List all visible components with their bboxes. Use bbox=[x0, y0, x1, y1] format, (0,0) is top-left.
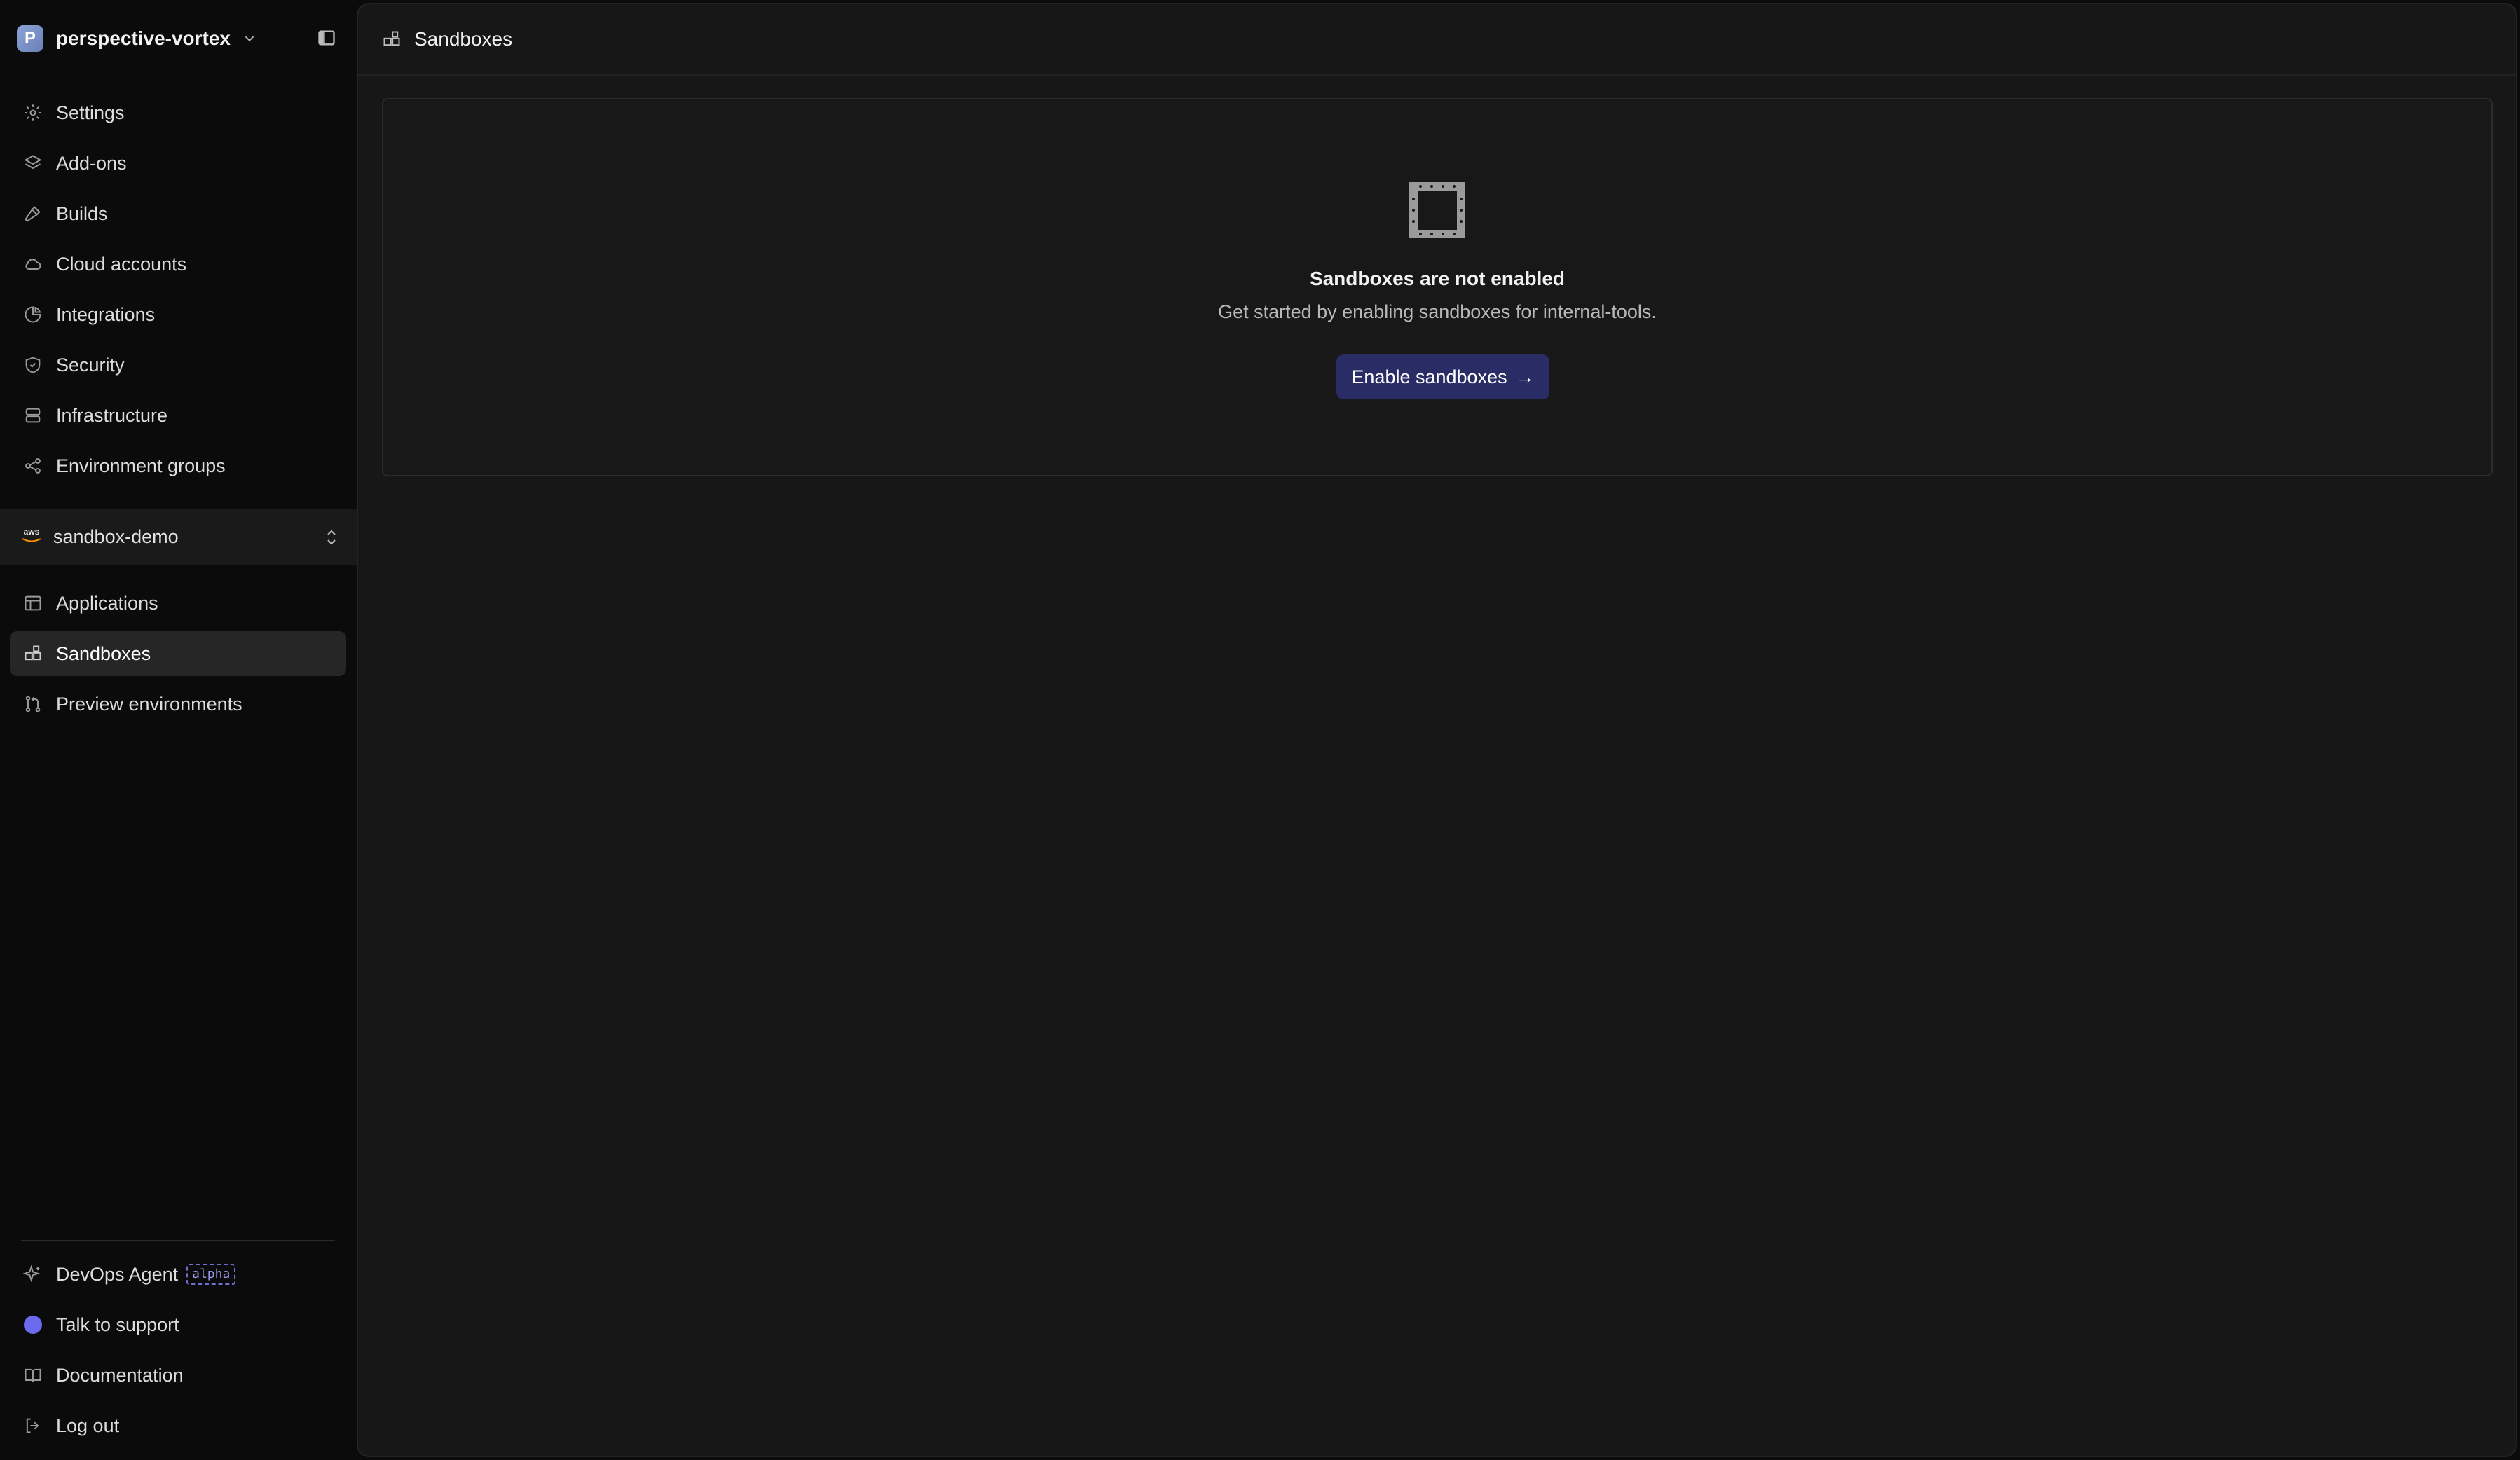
empty-state-title: Sandboxes are not enabled bbox=[1309, 268, 1566, 289]
layers-icon bbox=[22, 153, 43, 174]
workspace-avatar: P bbox=[17, 25, 43, 52]
sparkle-icon bbox=[22, 1264, 43, 1285]
sidebar-item-applications[interactable]: Applications bbox=[10, 581, 346, 626]
pie-icon bbox=[22, 304, 43, 325]
gear-icon bbox=[22, 102, 43, 123]
arrow-right-icon: → bbox=[1515, 366, 1535, 387]
aws-logo-icon: aws bbox=[21, 528, 42, 546]
enable-sandboxes-label: Enable sandboxes bbox=[1351, 366, 1507, 387]
main-panel: Sandboxes Sandboxes are not enabled Get … bbox=[357, 3, 2517, 1457]
sidebar-item-builds[interactable]: Builds bbox=[10, 191, 346, 236]
sidebar-item-security[interactable]: Security bbox=[10, 343, 346, 387]
sidebar-item-label: Security bbox=[56, 354, 125, 376]
sidebar-item-label: Settings bbox=[56, 102, 125, 123]
workspace-switcher[interactable]: P perspective-vortex bbox=[17, 22, 339, 55]
hammer-icon bbox=[22, 203, 43, 224]
sidebar-item-preview-environments[interactable]: Preview environments bbox=[10, 682, 346, 726]
empty-state-card: Sandboxes are not enabled Get started by… bbox=[382, 98, 2493, 476]
environment-switcher[interactable]: aws sandbox-demo bbox=[0, 509, 357, 565]
chevron-down-icon bbox=[245, 36, 254, 42]
aws-smile-icon bbox=[22, 538, 41, 542]
sandbox-icon bbox=[383, 31, 400, 46]
sidebar-item-label: Environment groups bbox=[56, 455, 226, 476]
cloud-icon bbox=[22, 254, 43, 275]
sidebar-item-label: Cloud accounts bbox=[56, 253, 187, 275]
sidebar-item-label: Infrastructure bbox=[56, 404, 168, 426]
sidebar-toggle-icon[interactable] bbox=[317, 28, 336, 48]
chevron-up-down-icon bbox=[327, 530, 336, 545]
environment-name: sandbox-demo bbox=[53, 525, 179, 547]
sidebar: P perspective-vortex Settings Add-ons Bu… bbox=[0, 0, 357, 1460]
enable-sandboxes-button[interactable]: Enable sandboxes → bbox=[1336, 354, 1549, 399]
sidebar-item-documentation[interactable]: Documentation bbox=[10, 1353, 346, 1398]
sidebar-item-sandboxes[interactable]: Sandboxes bbox=[10, 631, 346, 676]
sidebar-item-environment-groups[interactable]: Environment groups bbox=[10, 443, 346, 488]
sidebar-item-cloud-accounts[interactable]: Cloud accounts bbox=[10, 242, 346, 287]
sidebar-item-label: Documentation bbox=[56, 1364, 184, 1386]
sidebar-item-settings[interactable]: Settings bbox=[10, 90, 346, 135]
sidebar-item-label: Sandboxes bbox=[56, 642, 151, 664]
sidebar-item-devops-agent[interactable]: DevOps Agent alpha bbox=[10, 1252, 346, 1297]
shield-icon bbox=[22, 354, 43, 376]
server-icon bbox=[22, 405, 43, 426]
sidebar-item-integrations[interactable]: Integrations bbox=[10, 292, 346, 337]
sidebar-divider bbox=[21, 1240, 335, 1241]
book-icon bbox=[22, 1365, 43, 1386]
sandbox-icon bbox=[22, 643, 43, 664]
aws-logo-text: aws bbox=[23, 527, 40, 537]
logout-icon bbox=[22, 1415, 43, 1436]
sidebar-item-infrastructure[interactable]: Infrastructure bbox=[10, 393, 346, 438]
support-icon bbox=[22, 1314, 43, 1335]
empty-state-description: Get started by enabling sandboxes for in… bbox=[1218, 301, 1657, 322]
page-title: Sandboxes bbox=[414, 28, 513, 50]
git-pull-icon bbox=[22, 694, 43, 715]
sidebar-item-talk-to-support[interactable]: Talk to support bbox=[10, 1302, 346, 1347]
sidebar-item-label: Applications bbox=[56, 592, 158, 614]
page-header: Sandboxes bbox=[358, 4, 2516, 76]
sidebar-item-label: Talk to support bbox=[56, 1314, 179, 1335]
sidebar-item-label: Builds bbox=[56, 202, 108, 224]
sidebar-item-label: Log out bbox=[56, 1414, 120, 1436]
sidebar-item-label: Preview environments bbox=[56, 693, 242, 715]
app-root: P perspective-vortex Settings Add-ons Bu… bbox=[0, 0, 2520, 1460]
share-icon bbox=[22, 455, 43, 476]
sidebar-item-label: DevOps Agent bbox=[56, 1263, 179, 1285]
sandbox-empty-icon bbox=[1409, 182, 1465, 238]
sidebar-item-log-out[interactable]: Log out bbox=[10, 1403, 346, 1448]
workspace-name: perspective-vortex bbox=[56, 27, 231, 49]
sidebar-item-add-ons[interactable]: Add-ons bbox=[10, 141, 346, 186]
sidebar-item-label: Integrations bbox=[56, 303, 156, 325]
alpha-badge: alpha bbox=[186, 1264, 236, 1285]
sidebar-item-label: Add-ons bbox=[56, 152, 127, 174]
layout-icon bbox=[22, 593, 43, 614]
